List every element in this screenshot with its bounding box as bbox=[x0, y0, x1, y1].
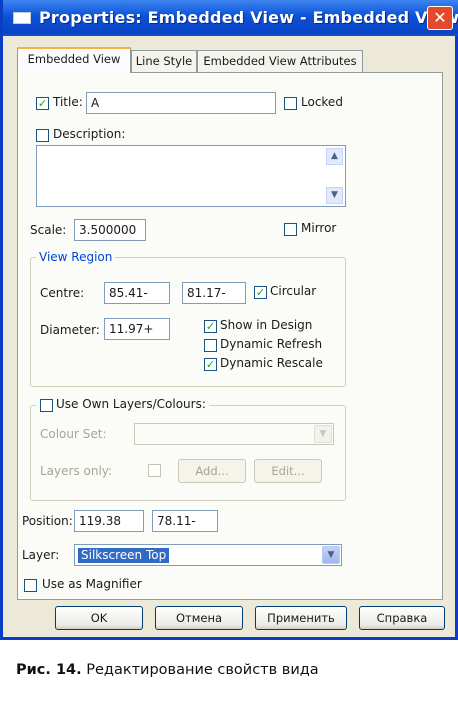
cancel-button[interactable]: Отмена bbox=[155, 606, 243, 630]
help-button[interactable]: Справка bbox=[359, 606, 445, 630]
position-y-input[interactable]: 78.11- bbox=[152, 510, 218, 532]
figure-caption-prefix: Рис. 14. bbox=[16, 662, 82, 678]
chevron-down-icon: ▼ bbox=[314, 425, 332, 443]
ok-button[interactable]: OK bbox=[55, 606, 143, 630]
tab-embedded-view[interactable]: Embedded View bbox=[17, 47, 131, 73]
close-button[interactable]: ✕ bbox=[427, 6, 453, 30]
centre-x-input[interactable]: 85.41- bbox=[104, 282, 170, 304]
tab-line-style[interactable]: Line Style bbox=[131, 50, 197, 72]
magnifier-checkbox[interactable] bbox=[24, 579, 37, 592]
description-checkbox[interactable] bbox=[36, 129, 49, 142]
description-label: Description: bbox=[53, 127, 126, 141]
locked-label: Locked bbox=[301, 95, 343, 109]
colour-set-select: ▼ bbox=[134, 423, 334, 445]
properties-dialog: Properties: Embedded View - Embedded Vie… bbox=[0, 0, 458, 640]
show-in-design-checkbox[interactable]: ✓ bbox=[204, 320, 217, 333]
scroll-down-icon[interactable]: ▼ bbox=[326, 187, 343, 204]
title-label: Title: bbox=[53, 95, 83, 109]
centre-y-input[interactable]: 81.17- bbox=[182, 282, 246, 304]
title-input[interactable]: A bbox=[86, 92, 276, 114]
view-region-legend: View Region bbox=[36, 250, 116, 264]
mirror-label: Mirror bbox=[301, 221, 337, 235]
magnifier-label: Use as Magnifier bbox=[42, 577, 142, 591]
position-x-input[interactable]: 119.38 bbox=[74, 510, 144, 532]
chevron-down-icon[interactable]: ▼ bbox=[322, 546, 340, 564]
figure-caption-text: Редактирование свойств вида bbox=[86, 662, 319, 678]
dynamic-refresh-label: Dynamic Refresh bbox=[220, 337, 323, 351]
own-layers-group bbox=[30, 405, 346, 501]
scale-input[interactable]: 3.500000 bbox=[74, 219, 146, 241]
dynamic-rescale-label: Dynamic Rescale bbox=[220, 356, 323, 370]
window-icon bbox=[13, 12, 31, 24]
diameter-label: Diameter: bbox=[40, 323, 100, 337]
mirror-checkbox[interactable] bbox=[284, 223, 297, 236]
add-button: Add... bbox=[178, 459, 246, 483]
locked-checkbox[interactable] bbox=[284, 97, 297, 110]
description-textarea[interactable]: ▲ ▼ bbox=[36, 145, 346, 207]
scale-label: Scale: bbox=[30, 223, 67, 237]
circular-checkbox[interactable]: ✓ bbox=[254, 286, 267, 299]
apply-button[interactable]: Применить bbox=[255, 606, 347, 630]
dynamic-rescale-checkbox[interactable]: ✓ bbox=[204, 358, 217, 371]
centre-label: Centre: bbox=[40, 286, 85, 300]
layers-only-label: Layers only: bbox=[40, 464, 113, 478]
title-checkbox[interactable]: ✓ bbox=[36, 97, 49, 110]
edit-button: Edit... bbox=[254, 459, 322, 483]
layer-label: Layer: bbox=[22, 548, 60, 562]
dynamic-refresh-checkbox[interactable] bbox=[204, 339, 217, 352]
diameter-input[interactable]: 11.97+ bbox=[104, 318, 170, 340]
scroll-up-icon[interactable]: ▲ bbox=[326, 148, 343, 165]
colour-set-label: Colour Set: bbox=[40, 427, 107, 441]
layer-select[interactable]: Silkscreen Top ▼ bbox=[74, 544, 342, 566]
tab-embedded-view-attributes[interactable]: Embedded View Attributes bbox=[197, 50, 363, 72]
window-title: Properties: Embedded View - Embedded Vie… bbox=[39, 8, 458, 27]
own-layers-legend: Use Own Layers/Colours: bbox=[36, 397, 209, 411]
layer-select-value: Silkscreen Top bbox=[78, 548, 170, 563]
layers-only-checkbox bbox=[148, 464, 161, 477]
figure-caption: Рис. 14. Редактирование свойств вида bbox=[16, 662, 319, 678]
title-bar[interactable]: Properties: Embedded View - Embedded Vie… bbox=[3, 0, 458, 36]
show-in-design-label: Show in Design bbox=[220, 318, 313, 332]
position-label: Position: bbox=[22, 514, 73, 528]
tab-panel: ✓ Title: A Locked Description: ▲ ▼ Scale… bbox=[17, 72, 443, 600]
circular-label: Circular bbox=[270, 284, 317, 298]
own-layers-checkbox[interactable] bbox=[40, 399, 53, 412]
